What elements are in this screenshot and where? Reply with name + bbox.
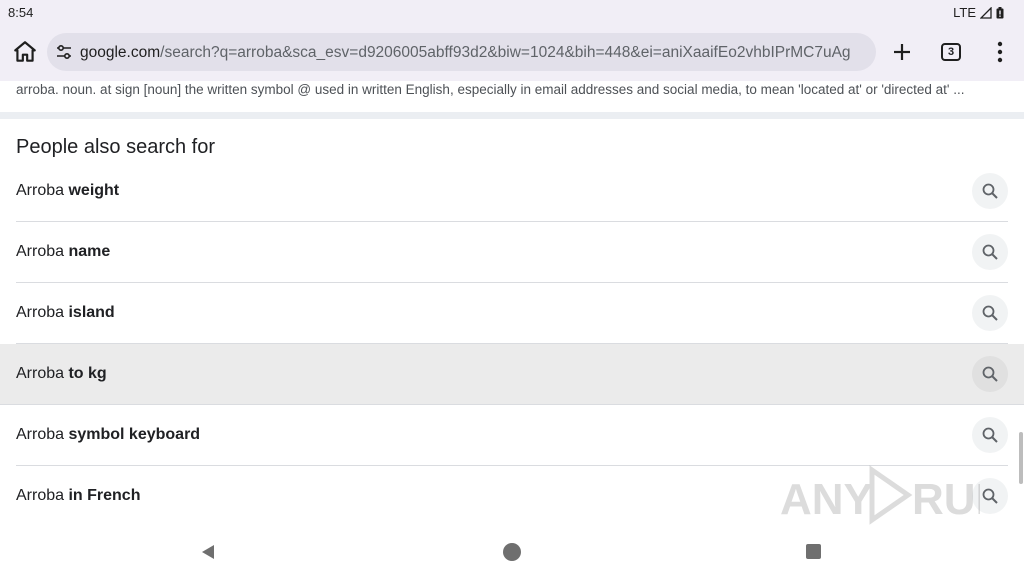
url-host: google.com bbox=[80, 44, 161, 61]
pasf-item-label: Arroba in French bbox=[16, 487, 140, 505]
back-triangle-icon[interactable] bbox=[200, 544, 216, 560]
search-icon[interactable] bbox=[972, 356, 1008, 392]
result-snippet: arroba. noun. at sign [noun] the written… bbox=[16, 82, 965, 97]
section-divider bbox=[0, 112, 1024, 119]
address-bar[interactable]: google.com/search?q=arroba&sca_esv=d9206… bbox=[47, 33, 876, 71]
status-time: 8:54 bbox=[8, 5, 34, 20]
pasf-prefix: Arroba bbox=[16, 243, 69, 260]
pasf-prefix: Arroba bbox=[16, 304, 69, 321]
scrollbar-thumb[interactable] bbox=[1019, 432, 1023, 484]
svg-text:ANY: ANY bbox=[780, 475, 873, 524]
network-label: LTE bbox=[953, 5, 976, 20]
url-path: /search?q=arroba&sca_esv=d9206005abff93d… bbox=[160, 44, 851, 61]
pasf-bold: symbol keyboard bbox=[68, 426, 201, 443]
pasf-item-label: Arroba name bbox=[16, 243, 110, 261]
pasf-item-name[interactable]: Arroba name bbox=[16, 222, 1008, 283]
signal-icon bbox=[980, 6, 992, 19]
pasf-item-label: Arroba to kg bbox=[16, 365, 107, 383]
svg-text:RUN: RUN bbox=[912, 475, 980, 524]
search-icon[interactable] bbox=[972, 417, 1008, 453]
pasf-item-to-kg[interactable]: Arroba to kg bbox=[0, 344, 1024, 405]
watermark-icon: ANY RUN bbox=[780, 465, 1007, 525]
pasf-prefix: Arroba bbox=[16, 426, 69, 443]
pasf-prefix: Arroba bbox=[16, 365, 69, 382]
system-nav-bar bbox=[0, 527, 1024, 576]
pasf-prefix: Arroba bbox=[16, 182, 69, 199]
square-recents-icon[interactable] bbox=[806, 544, 821, 559]
anyrun-watermark-logo: ANY RUN bbox=[780, 464, 1007, 526]
status-bar: 8:54 LTE bbox=[0, 0, 1024, 24]
home-icon[interactable] bbox=[12, 39, 38, 65]
pasf-item-island[interactable]: Arroba island bbox=[16, 283, 1008, 344]
plus-icon[interactable] bbox=[890, 40, 914, 64]
pasf-prefix: Arroba bbox=[16, 487, 69, 504]
status-indicators: LTE bbox=[953, 5, 1004, 20]
tab-switcher-button[interactable]: 3 bbox=[941, 43, 961, 61]
pasf-bold: to kg bbox=[68, 365, 107, 382]
url-text[interactable]: google.com/search?q=arroba&sca_esv=d9206… bbox=[80, 44, 851, 62]
pasf-item-weight[interactable]: Arroba weight bbox=[16, 161, 1008, 222]
pasf-bold: in French bbox=[68, 487, 141, 504]
more-vert-icon[interactable] bbox=[996, 41, 1004, 63]
battery-icon bbox=[996, 6, 1004, 18]
tune-icon[interactable] bbox=[55, 43, 73, 61]
pasf-item-label: Arroba weight bbox=[16, 182, 119, 200]
pasf-bold: name bbox=[68, 243, 111, 260]
circle-home-icon[interactable] bbox=[503, 543, 521, 561]
pasf-bold: weight bbox=[68, 182, 120, 199]
pasf-item-symbol-keyboard[interactable]: Arroba symbol keyboard bbox=[16, 405, 1008, 466]
search-icon[interactable] bbox=[972, 234, 1008, 270]
pasf-bold: island bbox=[68, 304, 115, 321]
search-icon[interactable] bbox=[972, 295, 1008, 331]
browser-toolbar: google.com/search?q=arroba&sca_esv=d9206… bbox=[0, 24, 1024, 81]
pasf-item-label: Arroba island bbox=[16, 304, 115, 322]
pasf-heading: People also search for bbox=[16, 136, 216, 158]
search-icon[interactable] bbox=[972, 173, 1008, 209]
pasf-item-label: Arroba symbol keyboard bbox=[16, 426, 200, 444]
